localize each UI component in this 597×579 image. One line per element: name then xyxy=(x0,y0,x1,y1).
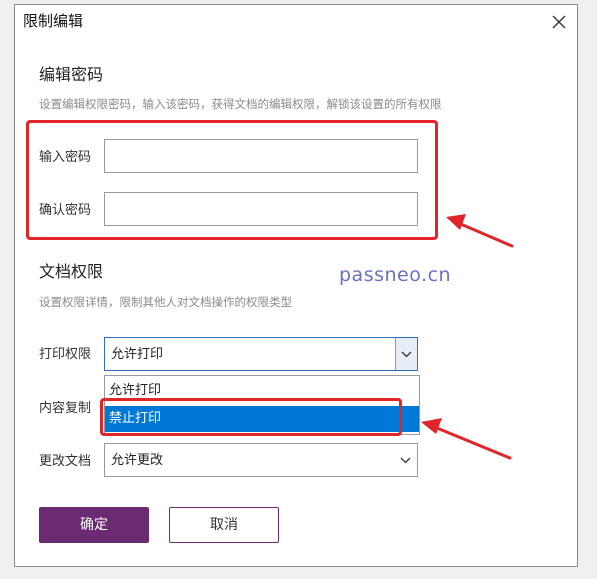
arrow-pointing-password xyxy=(446,214,514,248)
annotation-arrows xyxy=(421,214,514,460)
arrow-pointing-deny-print xyxy=(421,418,512,460)
